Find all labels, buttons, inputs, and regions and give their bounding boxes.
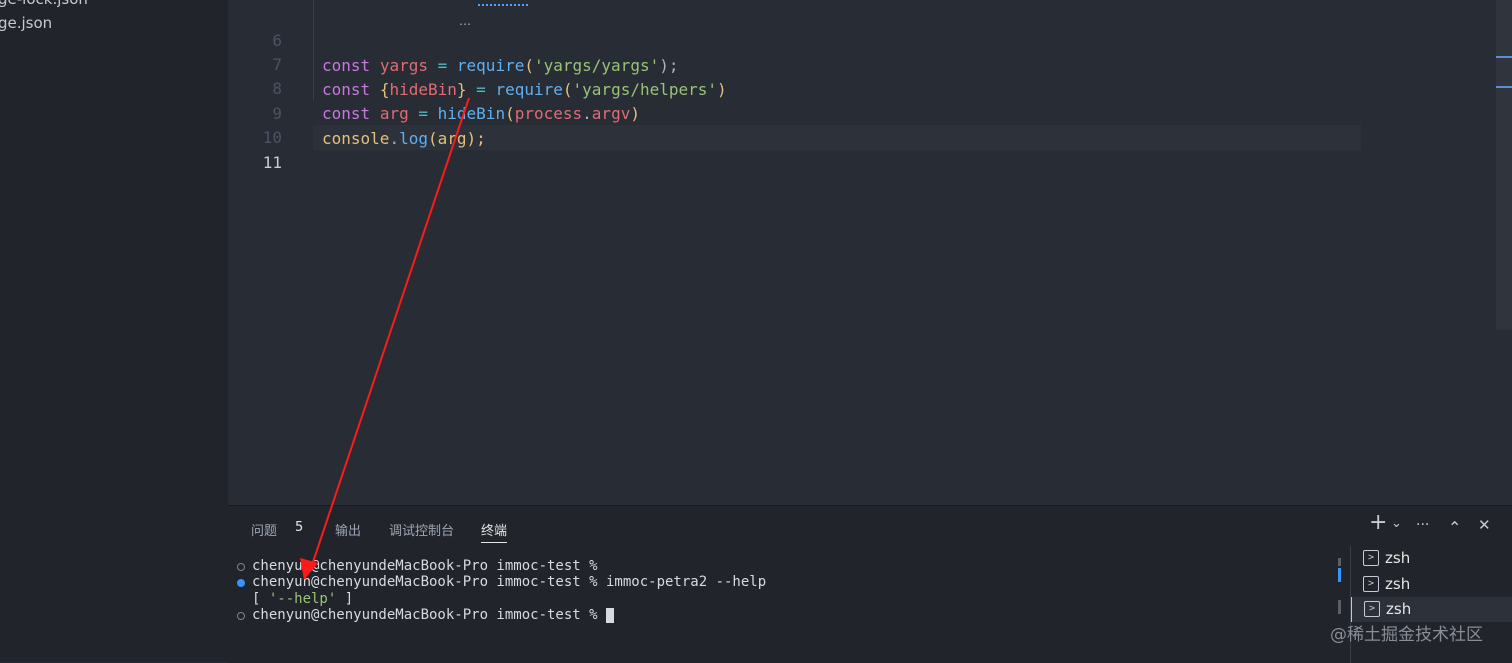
explorer-file-item[interactable]: ge-lock.json [0, 0, 88, 8]
terminal-icon: > [1363, 576, 1379, 592]
explorer-file-item[interactable]: ge.json [0, 14, 52, 32]
code-text: const {hideBin} = require('yargs/helpers… [322, 80, 727, 99]
explorer-sidebar: ge-lock.json ge.json [0, 0, 228, 662]
tab-problems[interactable]: 问题 [251, 520, 277, 542]
editor-scrollbar[interactable] [1496, 0, 1512, 330]
scrollbar-marker [1496, 86, 1512, 88]
code-line[interactable]: 6 const yargs = require('yargs/yargs'); [228, 3, 678, 75]
more-icon[interactable]: ··· [1416, 517, 1429, 533]
chevron-up-icon[interactable]: ⌃ [1448, 518, 1461, 537]
terminal-instance-label: zsh [1385, 549, 1411, 567]
terminal-line: chenyun@chenyundeMacBook-Pro immoc-test … [252, 574, 767, 590]
code-line[interactable]: 9 console.log(arg); [228, 76, 485, 148]
lint-warning-squiggle[interactable] [478, 0, 528, 6]
terminal-line: [ '--help' ] [252, 591, 354, 607]
terminal-scroll-marker [1338, 600, 1341, 614]
terminal-line: chenyun@chenyundeMacBook-Pro immoc-test … [252, 558, 607, 574]
terminal-scroll-marker [1338, 568, 1341, 582]
tab-debug-console[interactable]: 调试控制台 [389, 520, 454, 542]
terminal-instance-item[interactable]: > zsh [1351, 546, 1512, 571]
code-text: const arg = hideBin(process.argv) [322, 104, 640, 123]
watermark: @稀土掘金技术社区 [1330, 625, 1483, 645]
code-line[interactable]: 7 const {hideBin} = require('yargs/helpe… [228, 27, 726, 99]
command-status-dot[interactable] [237, 579, 245, 587]
terminal-icon: > [1363, 550, 1379, 566]
problems-count-badge: 5 [295, 520, 304, 535]
code-editor[interactable]: 6 const yargs = require('yargs/yargs'); … [228, 0, 1512, 505]
terminal-instance-item[interactable]: > zsh [1351, 572, 1512, 597]
bottom-panel: 问题 5 输出 调试控制台 终端 + ⌄ ··· ⌃ ✕ chenyun@che… [228, 505, 1512, 663]
tab-output[interactable]: 输出 [335, 520, 361, 542]
code-text: console.log(arg); [322, 129, 486, 148]
command-status-dot[interactable] [237, 612, 245, 620]
terminal-instance-list: > zsh > zsh > zsh [1350, 546, 1512, 663]
code-line[interactable]: 11 [228, 125, 282, 172]
tab-terminal[interactable]: 终端 [481, 520, 508, 543]
line-number: 11 [262, 153, 282, 172]
code-action-dots[interactable]: … [459, 14, 471, 28]
terminal-icon: > [1364, 601, 1380, 617]
indent-guide [313, 0, 314, 100]
scrollbar-marker [1496, 56, 1512, 58]
close-icon[interactable]: ✕ [1478, 516, 1491, 534]
code-line[interactable]: 8 const arg = hideBin(process.argv) [228, 51, 640, 123]
command-status-dot[interactable] [237, 563, 245, 571]
terminal-instance-item[interactable]: > zsh [1351, 597, 1512, 622]
terminal-instance-label: zsh [1385, 575, 1411, 593]
terminal-instance-label: zsh [1386, 600, 1412, 618]
code-text: const yargs = require('yargs/yargs'); [322, 56, 679, 75]
chevron-down-icon[interactable]: ⌄ [1391, 516, 1402, 531]
code-line[interactable]: 10 [228, 100, 282, 147]
plus-icon[interactable]: + [1369, 510, 1387, 535]
terminal-scroll-marker [1338, 558, 1341, 566]
terminal-cursor [606, 607, 615, 623]
terminal-line: chenyun@chenyundeMacBook-Pro immoc-test … [252, 607, 615, 624]
